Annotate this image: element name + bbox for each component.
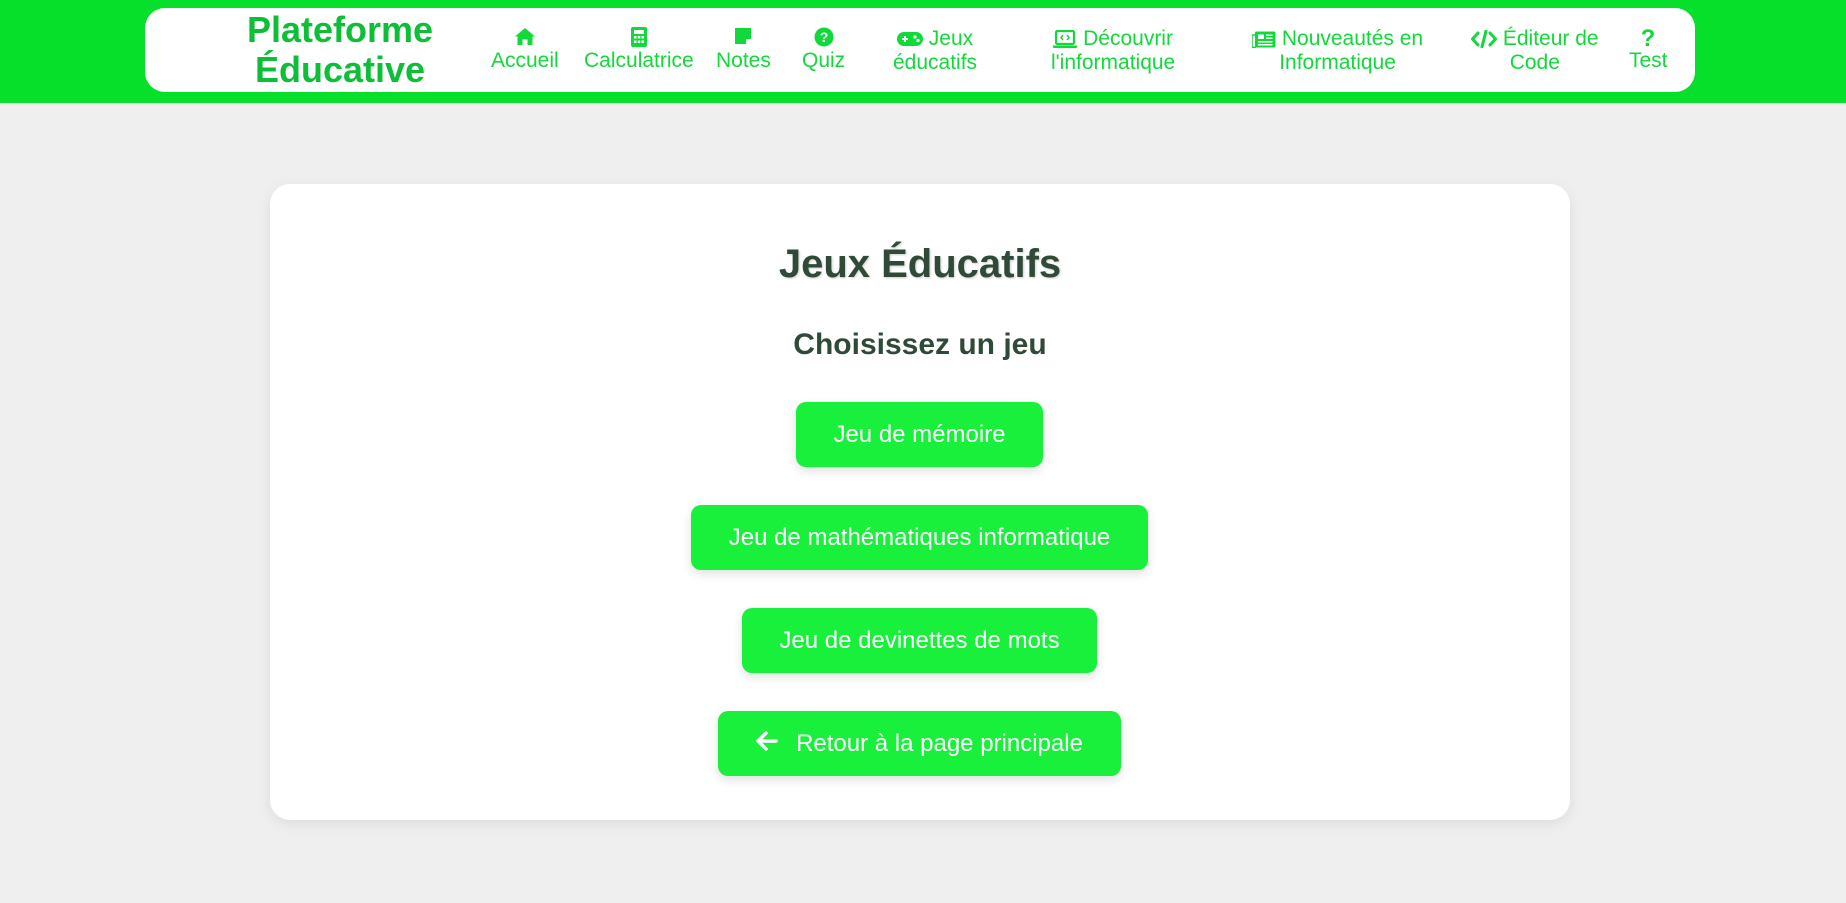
games-card: Jeux Éducatifs Choisissez un jeu Jeu de … [270,184,1570,820]
button-label: Jeu de mathématiques informatique [728,523,1111,551]
question-circle-icon: ? [802,27,845,49]
back-to-home-button[interactable]: Retour à la page principale [718,711,1121,776]
svg-text:?: ? [1641,27,1656,47]
top-bar: Plateforme Éducative Accueil Calculatric… [0,0,1846,103]
navigation-bar: Plateforme Éducative Accueil Calculatric… [145,8,1695,92]
section-subtitle: Choisissez un jeu [793,328,1047,361]
nav-label: Calculatrice [584,49,694,72]
memory-game-button[interactable]: Jeu de mémoire [796,402,1043,467]
math-game-button[interactable]: Jeu de mathématiques informatique [691,505,1148,570]
nav-label: Accueil [491,49,559,72]
nav-item-decouvrir-informatique[interactable]: Découvrir l'informatique [1051,27,1175,75]
brand-line-1: Plateforme [246,9,434,50]
nav-label-line-2: Informatique [1279,51,1396,74]
nav-item-nouveautes-informatique[interactable]: Nouveautés en Informatique [1252,27,1423,75]
nav-label-line-1: Jeux [928,27,974,50]
nav-label-line-2: l'informatique [1051,51,1176,74]
nav-item-calculatrice[interactable]: Calculatrice [584,27,694,73]
nav-item-quiz[interactable]: ? Quiz [802,27,845,73]
gamepad-icon [896,31,923,47]
sticky-note-icon [716,27,771,49]
question-icon: ? [1629,27,1668,49]
home-icon [491,27,559,49]
nav-label-line-1: Éditeur de [1502,27,1599,50]
svg-text:?: ? [819,29,828,45]
nav-label-line-1: Nouveautés en [1281,27,1424,50]
nav-label: Notes [716,49,771,72]
nav-label-line-1: Découvrir [1083,27,1173,50]
nav-item-jeux-educatifs[interactable]: Jeux éducatifs [893,27,977,75]
button-label: Jeu de devinettes de mots [779,626,1060,654]
newspaper-icon [1252,31,1276,48]
nav-label-line-2: Code [1509,51,1560,74]
calculator-icon [584,27,694,49]
nav-item-test[interactable]: ? Test [1629,27,1668,73]
code-icon [1471,30,1497,49]
nav-item-editeur-code[interactable]: Éditeur de Code [1471,27,1599,75]
button-label: Jeu de mémoire [833,420,1006,448]
nav-label: Quiz [802,49,846,72]
word-guess-game-button[interactable]: Jeu de devinettes de mots [742,608,1097,673]
nav-item-accueil[interactable]: Accueil [491,27,559,73]
site-logo-title[interactable]: Plateforme Éducative [225,10,455,90]
nav-item-notes[interactable]: Notes [716,27,771,73]
nav-label-line-2: éducatifs [893,51,978,74]
button-label: Retour à la page principale [796,729,1083,757]
page-title: Jeux Éducatifs [778,242,1062,286]
arrow-left-icon [756,730,778,758]
nav-label: Test [1629,49,1668,72]
brand-line-2: Éducative [254,49,426,90]
laptop-code-icon [1053,29,1078,49]
